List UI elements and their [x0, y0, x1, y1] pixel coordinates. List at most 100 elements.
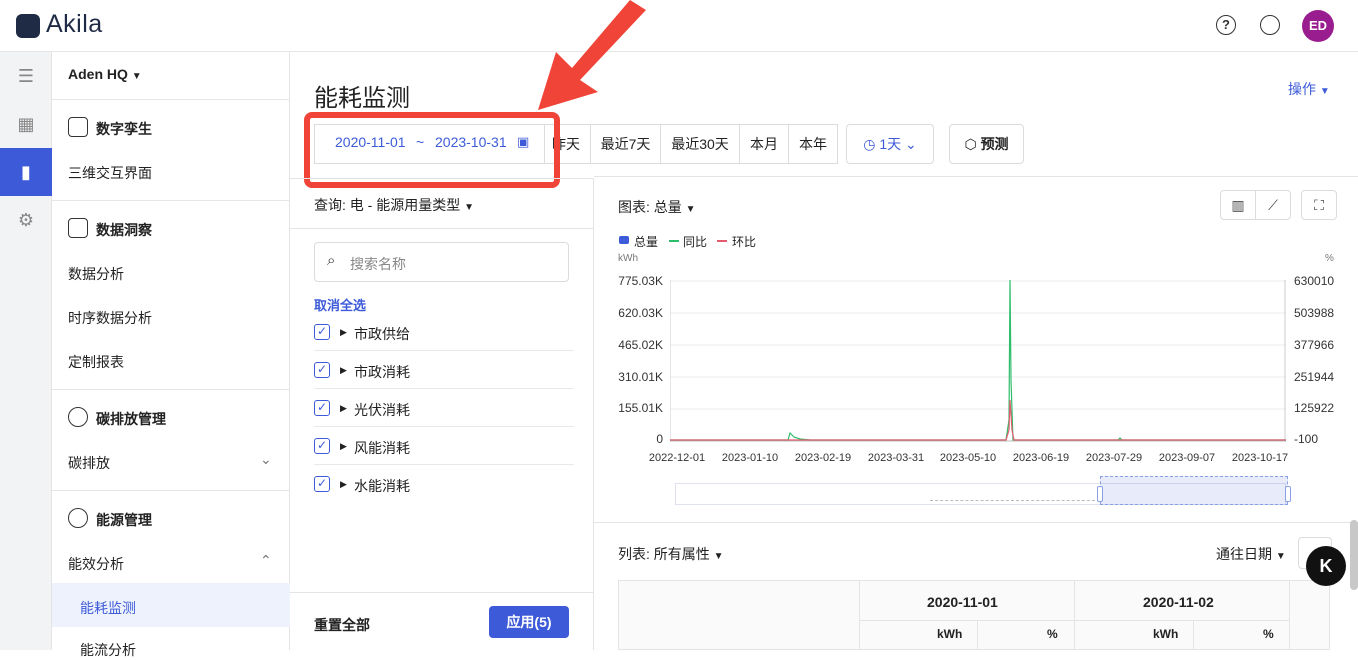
line-chart-toggle-icon[interactable]: ⟋ [1255, 190, 1291, 220]
globe-icon[interactable] [1260, 15, 1280, 35]
chevron-down-icon[interactable]: ⌄ [260, 451, 272, 468]
assistant-fab-icon[interactable]: K [1306, 546, 1346, 586]
quick-30days[interactable]: 最近30天 [660, 124, 740, 164]
filter-item[interactable]: 市政消耗 [354, 362, 410, 382]
sidebar-item-monitoring[interactable]: 能耗监测 [80, 598, 136, 618]
zoom-slider-window[interactable] [1100, 476, 1288, 505]
sidebar-item-timeseries[interactable]: 时序数据分析 [68, 308, 152, 328]
legend-yoy[interactable]: 同比 [683, 233, 707, 250]
section-carbon: 碳排放管理 [96, 411, 166, 427]
app-logo-text[interactable]: Akila [46, 10, 103, 39]
sidebar-item-3d[interactable]: 三维交互界面 [68, 163, 152, 183]
series-yoy-line [670, 280, 1286, 441]
series-mom-line [670, 399, 1286, 441]
section-energy: 能源管理 [96, 512, 152, 528]
building-icon[interactable]: ▮ [0, 148, 52, 196]
y-left-tick: 775.03K [618, 274, 663, 288]
expand-caret-icon[interactable]: ▶ [340, 403, 347, 414]
deselect-all-link[interactable]: 取消全选 [314, 295, 366, 314]
table-divider [1193, 620, 1194, 650]
settings-gear-icon[interactable]: ⚙ [0, 196, 52, 244]
x-tick: 2023-02-19 [794, 452, 852, 464]
site-name: Aden HQ [68, 66, 128, 82]
filter-item[interactable]: 光伏消耗 [354, 400, 410, 420]
divider [314, 350, 574, 351]
sidebar-item-carbon[interactable]: 碳排放 [68, 453, 110, 473]
y-right-tick: 503988 [1294, 306, 1335, 320]
x-tick: 2023-10-17 [1231, 452, 1289, 464]
expand-caret-icon[interactable]: ▶ [340, 327, 347, 338]
expand-caret-icon[interactable]: ▶ [340, 479, 347, 490]
sidebar-item-reports[interactable]: 定制报表 [68, 352, 124, 372]
forecast-button[interactable]: ⬡ 预测 [949, 124, 1024, 164]
x-tick: 2023-03-31 [867, 452, 925, 464]
highlight-box-annotation [304, 112, 560, 188]
zoom-handle-left[interactable] [1097, 486, 1103, 502]
divider [52, 200, 290, 201]
reset-all-button[interactable]: 重置全部 [314, 615, 370, 635]
y-left-tick: 310.01K [618, 370, 663, 384]
filter-item[interactable]: 市政供给 [354, 324, 410, 344]
chevron-up-icon[interactable]: ⌃ [260, 552, 272, 569]
table-header-date: 2020-11-02 [1143, 594, 1214, 610]
checkbox-checked[interactable]: ✓ [314, 438, 330, 454]
interval-select[interactable]: ◷ 1天 ⌄ [846, 124, 934, 164]
query-label: 查询: 电 - 能源用量类型 [314, 197, 461, 213]
filter-item[interactable]: 水能消耗 [354, 476, 410, 496]
quick-year[interactable]: 本年 [788, 124, 838, 164]
section-digital-twin: 数字孪生 [96, 121, 152, 137]
checkbox-checked[interactable]: ✓ [314, 324, 330, 340]
caret-down-icon: ▼ [131, 71, 142, 82]
zoom-handle-right[interactable] [1285, 486, 1291, 502]
chart-selector[interactable]: 图表: 总量 ▼ [618, 197, 696, 217]
expand-caret-icon[interactable]: ▶ [340, 365, 347, 376]
quick-month[interactable]: 本月 [739, 124, 789, 164]
legend-swatch-mom [717, 240, 727, 242]
site-selector[interactable]: Aden HQ ▼ [68, 66, 142, 82]
checkbox-checked[interactable]: ✓ [314, 362, 330, 378]
sidebar-item-efficiency[interactable]: 能效分析 [68, 554, 124, 574]
building-list-icon[interactable]: ▦ [0, 100, 52, 148]
caret-down-icon: ▼ [685, 204, 696, 215]
legend-swatch-yoy [669, 240, 679, 242]
y-right-tick: 251944 [1294, 370, 1335, 384]
divider [52, 99, 290, 100]
table-divider [859, 620, 1289, 621]
filter-item[interactable]: 风能消耗 [354, 438, 410, 458]
y-right-tick: 377966 [1294, 338, 1335, 352]
operations-menu[interactable]: 操作 ▼ [1288, 79, 1330, 99]
divider [314, 388, 574, 389]
cube-icon: ⬡ [964, 136, 977, 152]
scrollbar[interactable] [1350, 520, 1358, 590]
apply-button[interactable]: 应用(5) [489, 606, 569, 638]
quick-7days[interactable]: 最近7天 [590, 124, 661, 164]
menu-icon[interactable]: ☰ [0, 52, 52, 100]
y-left-unit: kWh [618, 253, 638, 264]
list-label: 列表: 所有属性 [618, 546, 710, 562]
checkbox-checked[interactable]: ✓ [314, 400, 330, 416]
sort-selector[interactable]: 通往日期 ▼ [1216, 544, 1286, 564]
energy-icon [68, 508, 88, 528]
sidebar-item-flow[interactable]: 能流分析 [80, 640, 136, 660]
fullscreen-icon[interactable]: ⛶ [1301, 190, 1337, 220]
caret-down-icon: ▼ [1319, 86, 1330, 97]
checkbox-checked[interactable]: ✓ [314, 476, 330, 492]
chart-plot[interactable] [670, 280, 1286, 442]
avatar[interactable]: ED [1302, 10, 1334, 42]
divider [290, 228, 594, 229]
legend-mom[interactable]: 环比 [732, 233, 756, 250]
interval-value: 1天 [879, 136, 902, 152]
search-placeholder[interactable]: 搜索名称 [350, 254, 406, 274]
sidebar-item-data-analysis[interactable]: 数据分析 [68, 264, 124, 284]
query-selector[interactable]: 查询: 电 - 能源用量类型 ▼ [314, 195, 474, 215]
divider [314, 464, 574, 465]
data-table [618, 580, 1330, 650]
y-left-tick: 155.01K [618, 401, 663, 415]
table-divider [859, 580, 860, 650]
bar-chart-toggle-icon[interactable]: ▥ [1220, 190, 1256, 220]
help-icon[interactable]: ? [1216, 15, 1236, 35]
list-selector[interactable]: 列表: 所有属性 ▼ [618, 544, 724, 564]
legend-total[interactable]: 总量 [634, 233, 658, 250]
expand-caret-icon[interactable]: ▶ [340, 441, 347, 452]
y-right-tick: 630010 [1294, 274, 1335, 288]
